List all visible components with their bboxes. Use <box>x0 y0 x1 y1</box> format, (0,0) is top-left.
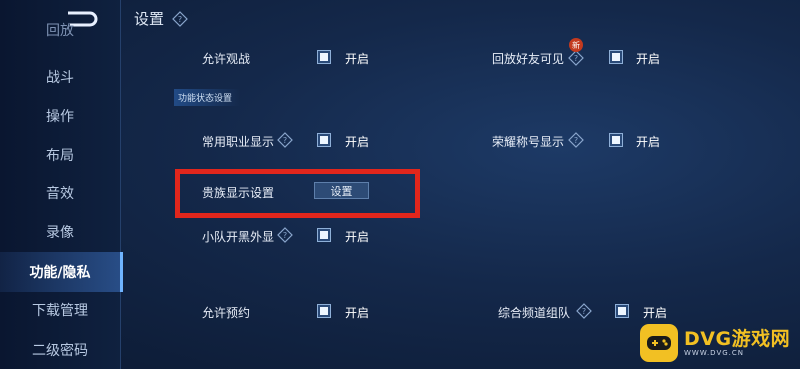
highlight-box <box>175 169 420 218</box>
allow-spectate-checkbox[interactable] <box>317 50 331 64</box>
page-title-text: 设置 <box>134 10 165 28</box>
common-job-help-icon[interactable]: ? <box>277 132 293 148</box>
squad-black-state: 开启 <box>345 230 370 244</box>
honor-title-label: 荣耀称号显示 <box>492 135 565 149</box>
checkbox-check-icon <box>320 231 328 239</box>
svg-text:?: ? <box>574 136 578 145</box>
page-title: 设置 ? <box>134 8 188 29</box>
allow-reserve-label: 允许预约 <box>202 306 251 320</box>
sidebar-item-sound[interactable]: 音效 <box>0 175 120 211</box>
svg-text:?: ? <box>178 15 182 24</box>
honor-title-help-icon[interactable]: ? <box>568 132 584 148</box>
channel-team-help-icon[interactable]: ? <box>576 303 592 319</box>
sidebar-item-battle[interactable]: 战斗 <box>0 59 120 95</box>
allow-reserve-state: 开启 <box>345 306 370 320</box>
replay-friends-checkbox[interactable] <box>609 50 623 64</box>
sidebar-item-replay[interactable]: 回放 <box>0 22 120 48</box>
gamepad-icon <box>640 324 678 362</box>
svg-text:?: ? <box>283 231 287 240</box>
watermark-text: DVG游戏网 WWW.DVG.CN <box>684 329 790 357</box>
checkbox-check-icon <box>612 136 620 144</box>
watermark-url: WWW.DVG.CN <box>684 349 745 357</box>
allow-spectate-label: 允许观战 <box>202 52 251 66</box>
common-job-state: 开启 <box>345 135 370 149</box>
honor-title-checkbox[interactable] <box>609 133 623 147</box>
checkbox-check-icon <box>320 136 328 144</box>
replay-friends-state: 开启 <box>636 52 661 66</box>
checkbox-check-icon <box>320 307 328 315</box>
replay-friends-label: 回放好友可见 <box>492 52 565 66</box>
sidebar-item-downloads[interactable]: 下载管理 <box>0 292 120 328</box>
common-job-label: 常用职业显示 <box>202 135 275 149</box>
sidebar-item-recording[interactable]: 录像 <box>0 214 120 250</box>
squad-black-help-icon[interactable]: ? <box>277 227 293 243</box>
honor-title-state: 开启 <box>636 135 661 149</box>
watermark: DVG游戏网 WWW.DVG.CN <box>640 321 796 365</box>
new-badge: 新 <box>569 38 583 52</box>
checkbox-check-icon <box>320 53 328 61</box>
checkbox-check-icon <box>618 307 626 315</box>
squad-black-label: 小队开黑外显 <box>202 230 275 244</box>
replay-friends-help-icon[interactable]: ? <box>568 50 584 66</box>
svg-text:?: ? <box>582 307 586 316</box>
squad-black-checkbox[interactable] <box>317 228 331 242</box>
sidebar-item-controls[interactable]: 操作 <box>0 98 120 134</box>
help-icon[interactable]: ? <box>172 10 188 27</box>
channel-team-state: 开启 <box>643 306 668 320</box>
svg-text:?: ? <box>283 136 287 145</box>
checkbox-check-icon <box>612 53 620 61</box>
sidebar-item-layout[interactable]: 布局 <box>0 137 120 173</box>
watermark-title: DVG游戏网 <box>684 328 791 350</box>
allow-spectate-state: 开启 <box>345 52 370 66</box>
sidebar-item-secondary-password[interactable]: 二级密码 <box>0 332 120 368</box>
channel-team-label: 综合频道组队 <box>498 306 571 320</box>
svg-text:?: ? <box>574 54 578 63</box>
common-job-checkbox[interactable] <box>317 133 331 147</box>
allow-reserve-checkbox[interactable] <box>317 304 331 318</box>
sidebar-item-features-privacy[interactable]: 功能/隐私 <box>0 252 123 292</box>
section-title: 功能状态设置 <box>174 89 241 106</box>
sidebar: 回放 战斗 操作 布局 音效 录像 功能/隐私 下载管理 二级密码 <box>0 0 123 369</box>
channel-team-checkbox[interactable] <box>615 304 629 318</box>
